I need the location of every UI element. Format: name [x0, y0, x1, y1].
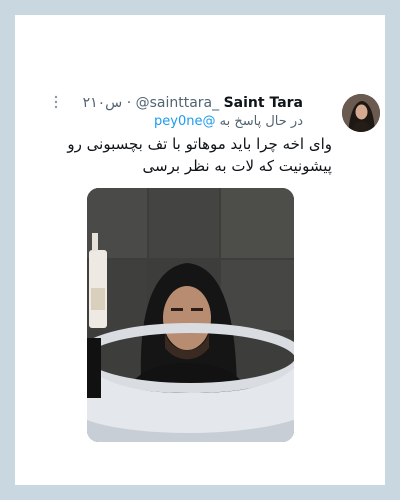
tweet-card[interactable]: ۲۱۰س · @sainttara_ Saint Tara در حال پاس… — [15, 15, 385, 485]
separator-dot: · — [126, 95, 132, 111]
reply-prefix: در حال پاسخ به — [219, 114, 303, 129]
author-name[interactable]: Saint Tara — [224, 95, 303, 111]
author-handle[interactable]: @sainttara_ — [136, 95, 220, 111]
author-avatar[interactable] — [342, 94, 380, 132]
tweet-media-photo[interactable] — [87, 188, 294, 442]
tweet-header: ۲۱۰س · @sainttara_ Saint Tara — [83, 94, 303, 112]
reply-context: در حال پاسخ به @pey0ne — [154, 113, 303, 131]
reply-mention-link[interactable]: @pey0ne — [154, 114, 215, 129]
tweet-text: وای اخه چرا باید موهاتو با تف بچسبونی رو… — [67, 135, 332, 175]
more-options-icon[interactable] — [53, 95, 59, 109]
tweet-time[interactable]: ۲۱۰س — [83, 95, 123, 111]
